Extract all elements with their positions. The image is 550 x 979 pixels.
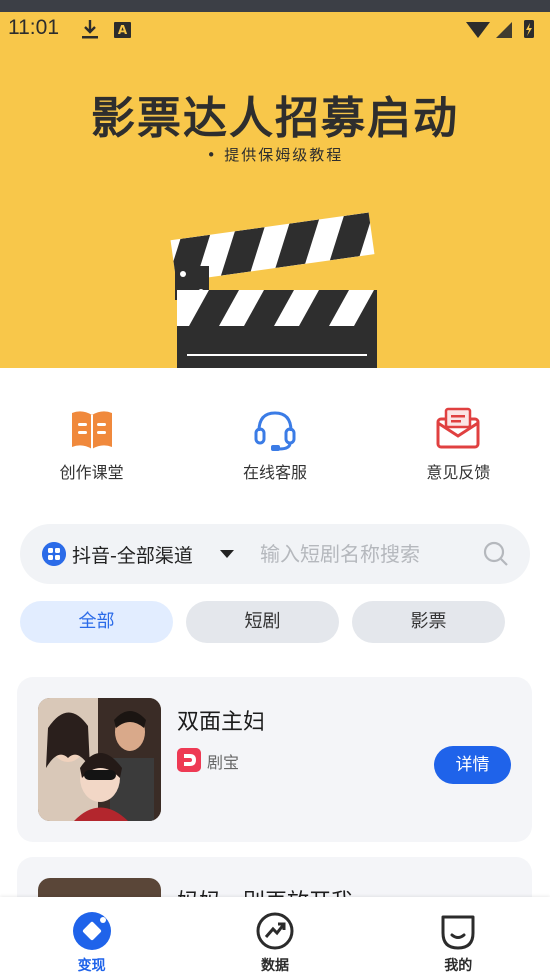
quick-action-label: 在线客服 bbox=[242, 463, 307, 482]
tab-movie-ticket[interactable]: 影票 bbox=[352, 601, 505, 643]
tab-short-drama[interactable]: 短剧 bbox=[186, 601, 339, 643]
details-button[interactable]: 详情 bbox=[434, 746, 511, 784]
status-time: 11:01 bbox=[8, 16, 59, 39]
platform-logo-icon bbox=[177, 748, 201, 772]
quick-action-support[interactable]: 在线客服 bbox=[183, 405, 366, 485]
bottom-nav: 变现 数据 我的 bbox=[0, 897, 550, 979]
nav-item-profile[interactable]: 我的 bbox=[367, 897, 550, 979]
a-badge-icon: A bbox=[114, 22, 131, 38]
download-icon bbox=[82, 20, 98, 39]
drama-poster bbox=[38, 698, 161, 821]
quick-action-feedback[interactable]: 意见反馈 bbox=[367, 405, 550, 485]
quick-action-course[interactable]: 创作课堂 bbox=[0, 405, 183, 485]
drama-card[interactable]: 双面主妇 剧宝 详情 bbox=[17, 677, 532, 842]
profile-icon bbox=[441, 915, 475, 950]
nav-label: 我的 bbox=[444, 958, 473, 974]
nav-item-monetize[interactable]: 变现 bbox=[0, 897, 183, 979]
drama-title: 双面主妇 bbox=[177, 710, 266, 735]
platform-label: 剧宝 bbox=[207, 753, 240, 772]
search-input[interactable] bbox=[260, 538, 470, 570]
nav-label: 变现 bbox=[77, 958, 106, 974]
status-bar bbox=[0, 0, 550, 12]
search-bar: 抖音-全部渠道 bbox=[20, 524, 530, 584]
tab-all[interactable]: 全部 bbox=[20, 601, 173, 643]
chart-up-icon bbox=[256, 912, 294, 950]
banner-subtitle: • 提供保姆级教程 bbox=[206, 146, 344, 164]
clapperboard-icon bbox=[170, 212, 377, 368]
caret-down-icon bbox=[220, 550, 234, 558]
signal-battery-icon bbox=[466, 20, 534, 38]
channel-grid-icon bbox=[42, 542, 66, 566]
mail-icon bbox=[436, 407, 480, 449]
quick-action-label: 意见反馈 bbox=[426, 463, 491, 482]
monetize-icon bbox=[72, 912, 111, 950]
search-icon[interactable] bbox=[482, 540, 510, 568]
headset-icon bbox=[254, 411, 296, 451]
promo-banner[interactable]: 11:01 A 影票达人招募启动 • 提供保姆级教程 bbox=[0, 12, 550, 368]
quick-actions: 创作课堂 在线客服 意见反馈 bbox=[0, 405, 550, 485]
quick-action-label: 创作课堂 bbox=[59, 463, 124, 482]
banner-title: 影票达人招募启动 bbox=[91, 93, 459, 144]
filter-tabs: 全部 短剧 影票 bbox=[20, 601, 505, 643]
channel-label: 抖音-全部渠道 bbox=[72, 545, 193, 567]
book-icon bbox=[71, 411, 112, 449]
nav-label: 数据 bbox=[260, 958, 289, 974]
nav-item-data[interactable]: 数据 bbox=[183, 897, 366, 979]
